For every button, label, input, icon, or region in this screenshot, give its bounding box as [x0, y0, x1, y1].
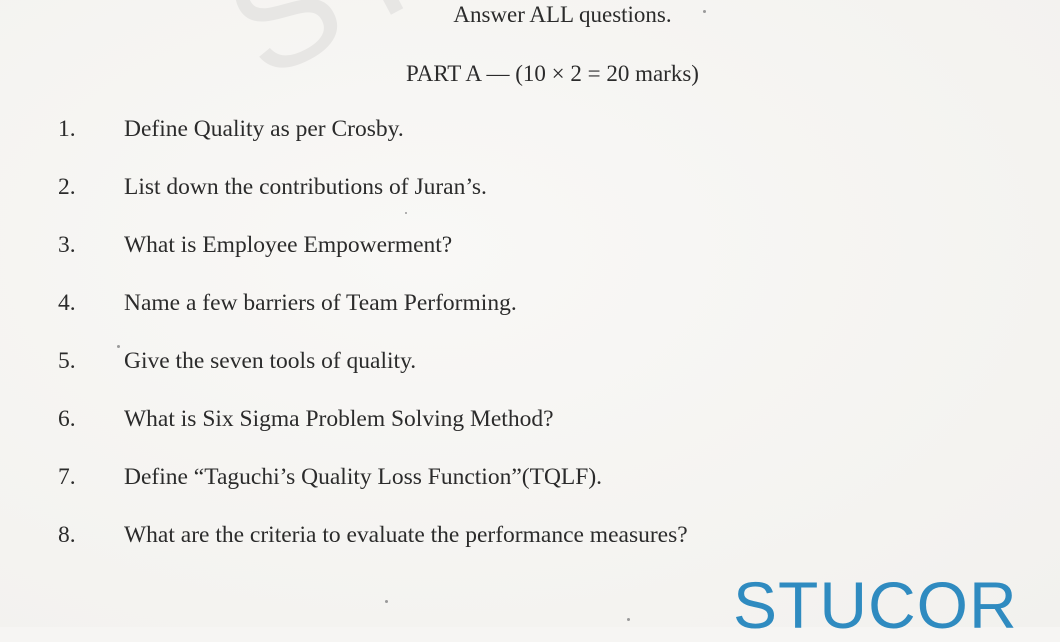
question-number: 7.: [58, 464, 76, 490]
scan-speck: [117, 345, 120, 348]
question-number: 2.: [58, 174, 76, 200]
question-number: 8.: [58, 522, 76, 548]
question-text: Define “Taguchi’s Quality Loss Function”…: [124, 464, 603, 490]
question-item: 2. List down the contributions of Juran’…: [0, 174, 1060, 208]
scan-speck: [405, 212, 407, 214]
instruction-text: Answer ALL questions.: [453, 2, 672, 27]
question-text: Give the seven tools of quality.: [124, 348, 417, 374]
question-number: 1.: [58, 116, 76, 142]
part-a-heading: PART A — (10 × 2 = 20 marks): [406, 61, 699, 86]
question-text: What is Six Sigma Problem Solving Method…: [124, 406, 554, 432]
scan-speck: [627, 618, 630, 621]
scan-speck: [703, 10, 706, 13]
question-item: 5. Give the seven tools of quality.: [0, 348, 1060, 382]
scan-speck: [385, 600, 388, 603]
question-item: 4. Name a few barriers of Team Performin…: [0, 290, 1060, 324]
watermark-bottom: STUCOR: [733, 568, 1018, 642]
question-text: List down the contributions of Juran’s.: [124, 174, 487, 200]
question-text: What are the criteria to evaluate the pe…: [124, 522, 688, 548]
question-item: 1. Define Quality as per Crosby.: [0, 116, 1060, 150]
question-number: 3.: [58, 232, 76, 258]
question-text: Name a few barriers of Team Performing.: [124, 290, 517, 316]
question-text: What is Employee Empowerment?: [124, 232, 453, 258]
exam-page: ST Answer ALL questions. PART A — (10 × …: [0, 0, 1060, 638]
question-number: 4.: [58, 290, 76, 316]
question-item: 8. What are the criteria to evaluate the…: [0, 522, 1060, 556]
question-text: Define Quality as per Crosby.: [124, 116, 404, 142]
question-item: 6. What is Six Sigma Problem Solving Met…: [0, 406, 1060, 440]
question-number: 6.: [58, 406, 76, 432]
question-item: 7. Define “Taguchi’s Quality Loss Functi…: [0, 464, 1060, 498]
question-item: 3. What is Employee Empowerment?: [0, 232, 1060, 266]
question-number: 5.: [58, 348, 76, 374]
